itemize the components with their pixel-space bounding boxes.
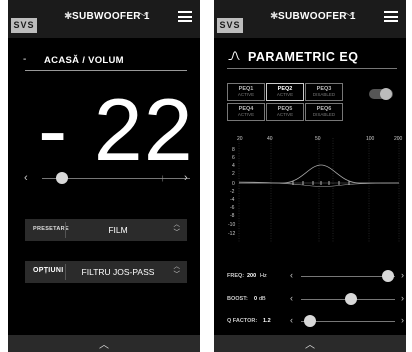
- options-label: OPȚIUNI: [33, 267, 64, 274]
- qfactor-label: Q FACTOR:: [227, 318, 258, 324]
- bottom-bar[interactable]: ︿: [8, 335, 200, 352]
- peq5-button[interactable]: PEQ5 ACTIVE: [266, 103, 304, 121]
- svg-text:-6: -6: [230, 205, 235, 211]
- svg-text:200: 200: [394, 136, 403, 142]
- options-value: FILTRU JOS-PASS: [81, 267, 155, 277]
- updown-icon: ︿ ﹀: [173, 263, 181, 278]
- svg-text:6: 6: [232, 155, 235, 161]
- chevron-up-icon[interactable]: ︿: [305, 338, 315, 352]
- peq3-button[interactable]: PEQ3 DISABLED: [305, 83, 343, 101]
- peq4-button[interactable]: PEQ4 ACTIVE: [227, 103, 265, 121]
- svs-logo: SVS: [217, 18, 243, 33]
- svg-text:0: 0: [232, 181, 235, 187]
- preset-value: FILM: [108, 225, 128, 235]
- boost-value: 0: [254, 296, 258, 302]
- freq-slider-row: FREQ: 200 Hz ‹ ›: [227, 270, 404, 282]
- divider: [25, 70, 187, 71]
- volume-screen: SVS ✱ SUBWOOFER 1 ﹀ - ACASĂ / VOLUM - 22…: [8, 0, 200, 352]
- svg-text:8: 8: [232, 147, 235, 153]
- back-dash[interactable]: -: [23, 54, 26, 65]
- svg-text:40: 40: [267, 136, 273, 142]
- chevron-right-icon[interactable]: ›: [401, 315, 404, 325]
- preset-label: PRESETARE: [33, 226, 69, 232]
- freq-label: FREQ:: [227, 273, 245, 279]
- eq-response-graph: 20 40 50 100 200 8 6 4 2 0 -2 -4 -6 -8 -…: [228, 136, 403, 242]
- chevron-down-icon[interactable]: ﹀: [345, 9, 355, 24]
- chevron-right-icon[interactable]: ›: [401, 293, 404, 303]
- chevron-down-icon[interactable]: ﹀: [139, 9, 149, 24]
- graph-y-labels: 8 6 4 2 0 -2 -4 -6 -8 -10 -12: [228, 147, 235, 237]
- chevron-right-icon[interactable]: ›: [184, 172, 188, 184]
- page-title: PARAMETRIC EQ: [248, 50, 359, 64]
- boost-unit: dB: [259, 296, 266, 302]
- breadcrumb: ACASĂ / VOLUM: [44, 55, 124, 66]
- freq-slider-thumb[interactable]: [382, 270, 395, 282]
- eq-enable-toggle[interactable]: [369, 88, 393, 100]
- options-select[interactable]: OPȚIUNI FILTRU JOS-PASS ︿ ﹀: [25, 261, 187, 283]
- menu-icon[interactable]: [178, 11, 192, 22]
- svg-text:2: 2: [232, 171, 235, 177]
- chevron-left-icon[interactable]: ‹: [290, 315, 293, 325]
- svg-text:50: 50: [315, 136, 321, 142]
- eq-screen: SVS ✱ SUBWOOFER 1 ﹀ PARAMETRIC EQ PEQ1 AC…: [214, 0, 406, 352]
- chevron-up-icon[interactable]: ︿: [99, 338, 109, 352]
- graph-x-labels: 20 40 50 100 200: [237, 136, 403, 142]
- peq1-button[interactable]: PEQ1 ACTIVE: [227, 83, 265, 101]
- eq-curve-icon: [228, 51, 240, 60]
- chevron-right-icon[interactable]: ›: [401, 270, 404, 280]
- chevron-left-icon[interactable]: ‹: [24, 172, 28, 184]
- boost-slider-thumb[interactable]: [344, 293, 357, 305]
- svg-text:4: 4: [232, 163, 235, 169]
- top-bar: SVS ✱ SUBWOOFER 1 ﹀: [214, 0, 406, 38]
- chevron-left-icon[interactable]: ‹: [290, 293, 293, 303]
- svg-text:-10: -10: [228, 222, 235, 228]
- svg-text:-8: -8: [230, 213, 235, 219]
- menu-icon[interactable]: [384, 11, 398, 22]
- volume-readout: - 22: [38, 80, 194, 179]
- preset-select[interactable]: PRESETARE FILM ︿ ﹀: [25, 219, 187, 241]
- boost-label: BOOST:: [227, 296, 248, 302]
- slider-tick: |: [162, 176, 164, 182]
- toggle-knob: [380, 88, 392, 100]
- bottom-bar[interactable]: ︿: [214, 335, 406, 352]
- qfactor-slider-row: Q FACTOR: 1.2 ‹ ›: [227, 315, 404, 327]
- volume-slider-thumb[interactable]: [55, 172, 68, 184]
- svg-text:-4: -4: [230, 197, 235, 203]
- qfactor-value: 1.2: [263, 318, 271, 324]
- updown-icon: ︿ ﹀: [173, 221, 181, 236]
- boost-slider-row: BOOST: 0 dB ‹ ›: [227, 293, 404, 305]
- peq2-button[interactable]: PEQ2 ACTIVE: [266, 83, 304, 101]
- freq-slider-track[interactable]: [301, 276, 395, 277]
- svg-text:-12: -12: [228, 231, 235, 237]
- svg-text:-2: -2: [230, 189, 235, 195]
- freq-unit: Hz: [260, 273, 267, 279]
- qfactor-slider-thumb[interactable]: [304, 315, 317, 327]
- freq-value: 200: [247, 273, 257, 279]
- chevron-left-icon[interactable]: ‹: [290, 270, 293, 280]
- top-bar: SVS ✱ SUBWOOFER 1 ﹀: [8, 0, 200, 38]
- svg-text:100: 100: [366, 136, 375, 142]
- peq6-button[interactable]: PEQ6 DISABLED: [305, 103, 343, 121]
- svs-logo: SVS: [11, 18, 37, 33]
- divider: [227, 68, 397, 69]
- svg-text:20: 20: [237, 136, 243, 142]
